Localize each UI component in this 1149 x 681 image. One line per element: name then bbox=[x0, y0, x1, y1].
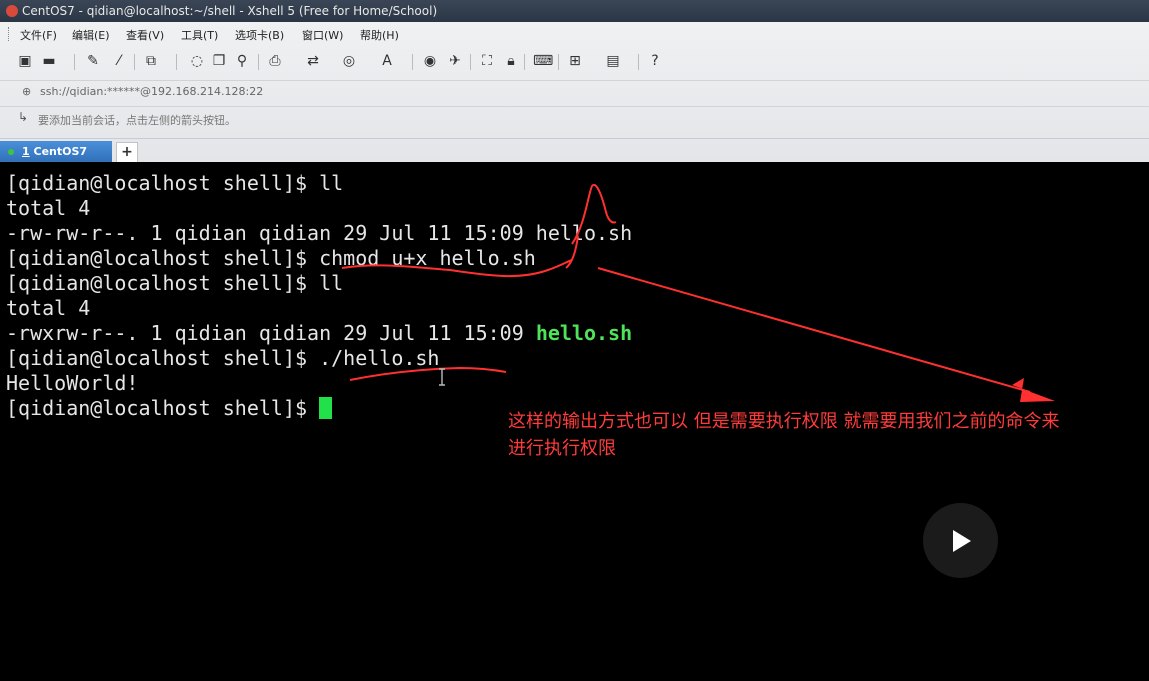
transfer-icon[interactable]: ⇄ bbox=[304, 52, 322, 70]
globe-icon[interactable]: ◎ bbox=[340, 52, 358, 70]
layout-icon[interactable]: ▤ bbox=[604, 52, 622, 70]
toolbar-separator bbox=[412, 54, 413, 70]
font-icon[interactable]: A bbox=[378, 52, 396, 70]
new-tab-button[interactable]: + bbox=[116, 142, 138, 164]
properties-icon[interactable]: ✎ bbox=[84, 52, 102, 70]
terminal-line: [qidian@localhost shell]$ ./hello.sh bbox=[6, 346, 440, 370]
menu-file[interactable]: 文件(F) bbox=[20, 27, 57, 43]
lock-icon[interactable]: 🔒︎ bbox=[502, 52, 520, 70]
text-cursor-ibeam bbox=[439, 368, 445, 386]
new-tab-icon[interactable]: ⧉ bbox=[142, 52, 160, 70]
terminal-line: total 4 bbox=[6, 196, 91, 220]
reconnect-icon[interactable]: ⁄ bbox=[110, 52, 128, 70]
terminal-prompt: [qidian@localhost shell]$ bbox=[6, 396, 320, 420]
terminal-cursor bbox=[319, 397, 333, 419]
session-hint-text: 要添加当前会话，点击左侧的箭头按钮。 bbox=[38, 114, 236, 127]
tab-label: 1 CentOS7 bbox=[22, 145, 88, 158]
annotation-line-1: 这样的输出方式也可以 但是需要执行权限 就需要用我们之前的命令来 bbox=[508, 411, 1060, 432]
terminal-line: -rw-rw-r--. 1 qidian qidian 29 Jul 11 15… bbox=[6, 221, 633, 245]
menubar-grip bbox=[8, 27, 12, 41]
toolbar-separator bbox=[558, 54, 559, 70]
window-titlebar: CentOS7 - qidian@localhost:~/shell - Xsh… bbox=[0, 0, 1149, 22]
toolbar: ▣ ▬ ✎ ⁄ ⧉ ◌ ❐ ⚲ ⎙ ⇄ ◎ A ◉ ✈ ⛶ 🔒︎ ⌨ ⊞ ▤ ? bbox=[0, 48, 1149, 76]
menu-window[interactable]: 窗口(W) bbox=[302, 27, 343, 43]
terminal-line: HelloWorld! bbox=[6, 371, 139, 395]
executable-filename: hello.sh bbox=[535, 321, 633, 345]
terminal-line: -rwxrw-r--. 1 qidian qidian 29 Jul 11 15… bbox=[6, 321, 632, 346]
toolbar-separator bbox=[258, 54, 259, 70]
tab-centos7[interactable]: 1 CentOS7 bbox=[0, 141, 112, 163]
compose-icon[interactable]: ⊞ bbox=[566, 52, 584, 70]
toolbar-separator bbox=[134, 54, 135, 70]
window-title: CentOS7 - qidian@localhost:~/shell - Xsh… bbox=[22, 4, 438, 18]
terminal-line: [qidian@localhost shell]$ ll bbox=[6, 171, 344, 195]
address-lock-icon: ⊕ bbox=[22, 85, 32, 98]
fullscreen-icon[interactable]: ⛶ bbox=[478, 52, 496, 70]
terminal-line-text: -rwxrw-r--. 1 qidian qidian 29 Jul 11 15… bbox=[6, 321, 536, 345]
copy-icon[interactable]: ❐ bbox=[210, 52, 228, 70]
menu-view[interactable]: 查看(V) bbox=[126, 27, 164, 43]
xftp-icon[interactable]: ◉ bbox=[421, 52, 439, 70]
disabled-icon: ◌ bbox=[190, 53, 204, 69]
menu-edit[interactable]: 编辑(E) bbox=[72, 27, 110, 43]
toolbar-separator bbox=[638, 54, 639, 70]
address-field[interactable]: ssh://qidian:******@192.168.214.128:22 bbox=[40, 85, 263, 98]
help-icon[interactable]: ? bbox=[646, 52, 664, 70]
play-icon bbox=[953, 530, 971, 552]
xshell-app-icon bbox=[6, 5, 18, 17]
toolbar-separator bbox=[176, 54, 177, 70]
connected-status-icon bbox=[8, 149, 14, 155]
play-button[interactable] bbox=[923, 503, 998, 578]
add-session-arrow-icon[interactable]: ↳ bbox=[18, 110, 28, 124]
toolbar-separator bbox=[74, 54, 75, 70]
print-icon[interactable]: ⎙ bbox=[266, 52, 284, 70]
annotation-note: 这样的输出方式也可以 但是需要执行权限 就需要用我们之前的命令来 进行执行权限 bbox=[508, 408, 1138, 462]
toolbar-separator bbox=[470, 54, 471, 70]
terminal-line: [qidian@localhost shell]$ ll bbox=[6, 271, 344, 295]
annotation-line-2: 进行执行权限 bbox=[508, 438, 616, 459]
menu-help[interactable]: 帮助(H) bbox=[360, 27, 399, 43]
session-hint-bar: ↳ 要添加当前会话，点击左侧的箭头按钮。 bbox=[0, 106, 1149, 129]
address-bar: ⊕ ssh://qidian:******@192.168.214.128:22 bbox=[0, 80, 1149, 103]
menu-bar: 文件(F) 编辑(E) 查看(V) 工具(T) 选项卡(B) 窗口(W) 帮助(… bbox=[0, 22, 1149, 46]
new-session-icon[interactable]: ▣ bbox=[16, 52, 34, 70]
menu-tabs[interactable]: 选项卡(B) bbox=[235, 27, 284, 43]
toolbar-separator bbox=[524, 54, 525, 70]
open-folder-icon[interactable]: ▬ bbox=[40, 52, 58, 70]
terminal-line: [qidian@localhost shell]$ chmod u+x hell… bbox=[6, 246, 536, 270]
menu-tools[interactable]: 工具(T) bbox=[181, 27, 218, 43]
keyboard-icon[interactable]: ⌨ bbox=[533, 52, 553, 70]
script-icon[interactable]: ✈ bbox=[446, 52, 464, 70]
tab-bar: 1 CentOS7 + bbox=[0, 138, 1149, 164]
app-chrome: 文件(F) 编辑(E) 查看(V) 工具(T) 选项卡(B) 窗口(W) 帮助(… bbox=[0, 22, 1149, 164]
terminal-line: total 4 bbox=[6, 296, 91, 320]
find-icon[interactable]: ⚲ bbox=[233, 52, 251, 70]
terminal-prompt-line: [qidian@localhost shell]$ bbox=[6, 396, 333, 421]
